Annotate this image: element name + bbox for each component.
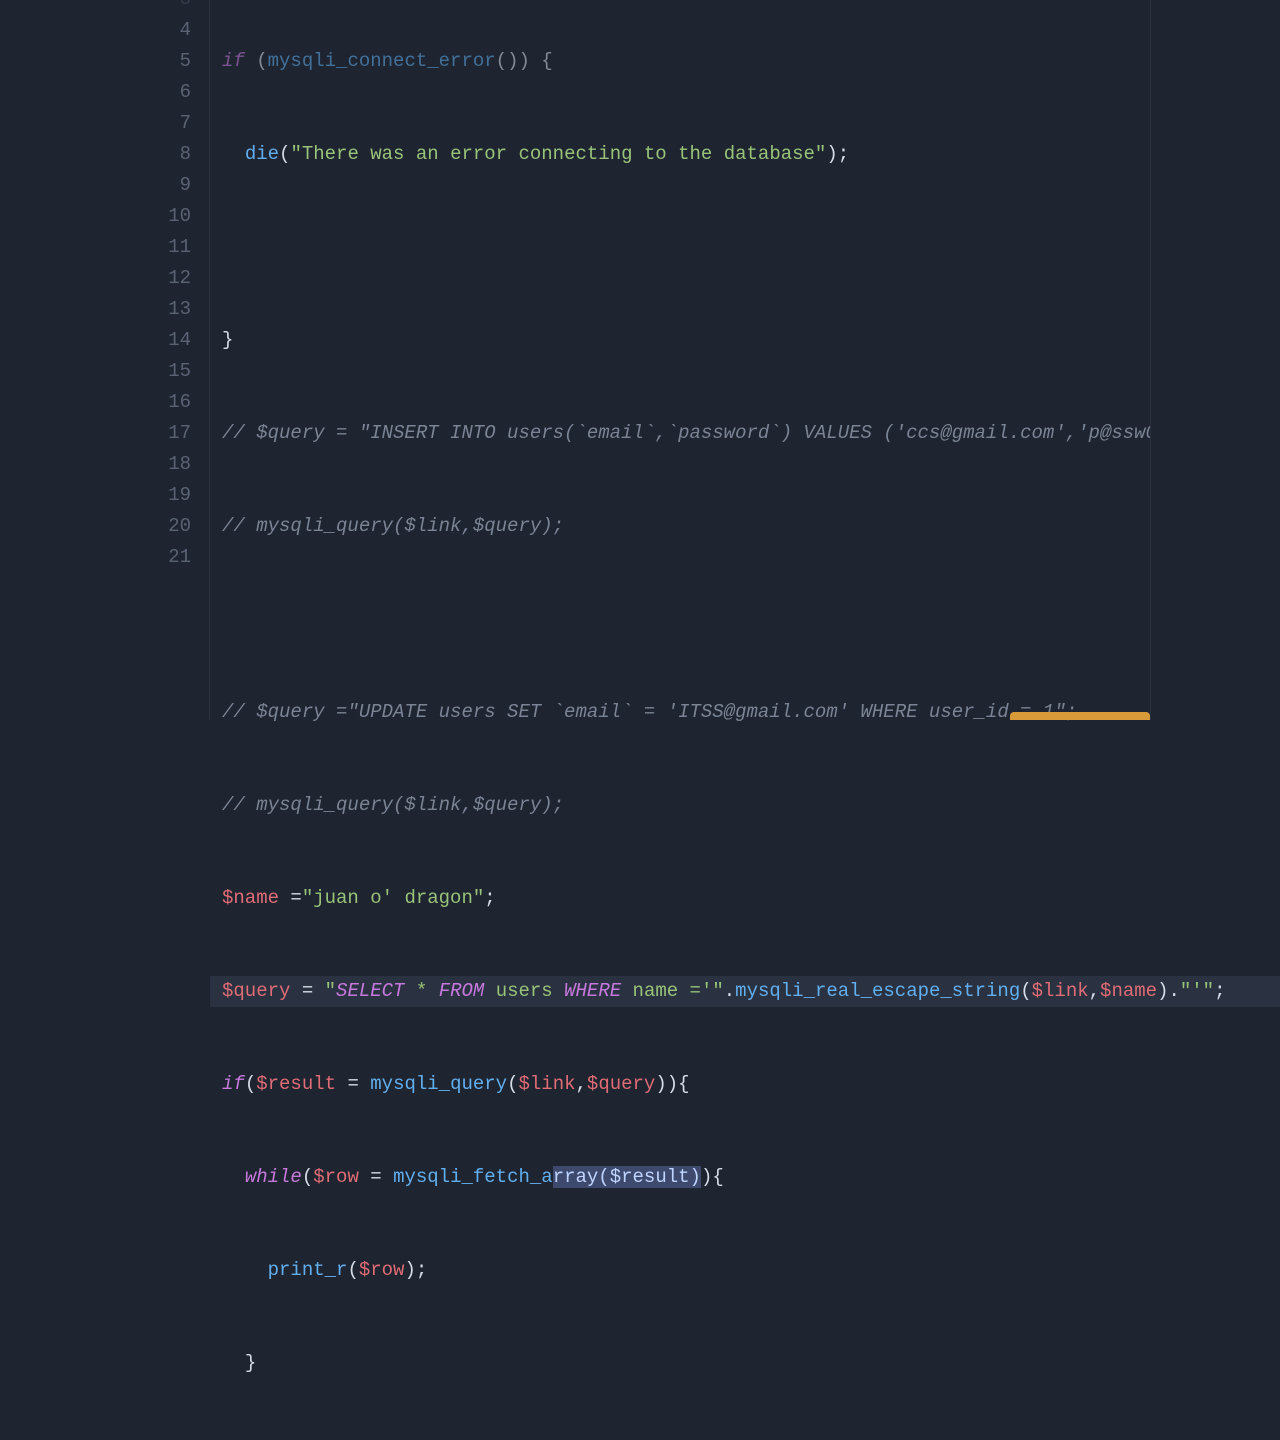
code-line-7[interactable]: // $query = "INSERT INTO users(`email`,`…: [222, 418, 1280, 449]
code-line-16[interactable]: print_r($row);: [222, 1255, 1280, 1286]
code-line-13[interactable]: $query = "SELECT * FROM users WHERE name…: [210, 976, 1280, 1007]
code-line-8[interactable]: // mysqli_query($link,$query);: [222, 511, 1280, 542]
line-number: 9: [0, 170, 191, 201]
code-line-15[interactable]: while($row = mysqli_fetch_array($result)…: [222, 1162, 1280, 1193]
line-number: 20: [0, 511, 191, 542]
code-line-3[interactable]: if (mysqli_connect_error()) {: [222, 46, 1280, 77]
line-number: 10: [0, 201, 191, 232]
code-line-4[interactable]: die("There was an error connecting to th…: [222, 139, 1280, 170]
line-number: 5: [0, 46, 191, 77]
line-number: 15: [0, 356, 191, 387]
line-number: 7: [0, 108, 191, 139]
line-number: 8: [0, 139, 191, 170]
code-line-6[interactable]: }: [222, 325, 1280, 356]
code-line-14[interactable]: if($result = mysqli_query($link,$query))…: [222, 1069, 1280, 1100]
line-number: 21: [0, 542, 191, 573]
line-number: 12: [0, 263, 191, 294]
code-editor: 3 4 5 6 7 8 9 10 11 12 13 14 15 16 17 18…: [0, 0, 1280, 720]
line-number: 14: [0, 325, 191, 356]
notification-badge[interactable]: [1010, 712, 1150, 720]
line-number: 18: [0, 449, 191, 480]
line-number: 16: [0, 387, 191, 418]
code-line-11[interactable]: // mysqli_query($link,$query);: [222, 790, 1280, 821]
line-number: 11: [0, 232, 191, 263]
code-line-9[interactable]: [222, 604, 1280, 635]
line-number: 3: [0, 0, 191, 15]
line-number: 6: [0, 77, 191, 108]
line-number: 4: [0, 15, 191, 46]
code-line-17[interactable]: }: [222, 1348, 1280, 1379]
line-number: 13: [0, 294, 191, 325]
code-area[interactable]: if (mysqli_connect_error()) { die("There…: [210, 0, 1280, 720]
line-number: 19: [0, 480, 191, 511]
line-number: 17: [0, 418, 191, 449]
code-line-5[interactable]: [222, 232, 1280, 263]
code-line-12[interactable]: $name ="juan o' dragon";: [222, 883, 1280, 914]
minimap-area: [1150, 0, 1280, 720]
text-selection: rray($result): [553, 1166, 701, 1188]
line-number-gutter: 3 4 5 6 7 8 9 10 11 12 13 14 15 16 17 18…: [0, 0, 210, 720]
